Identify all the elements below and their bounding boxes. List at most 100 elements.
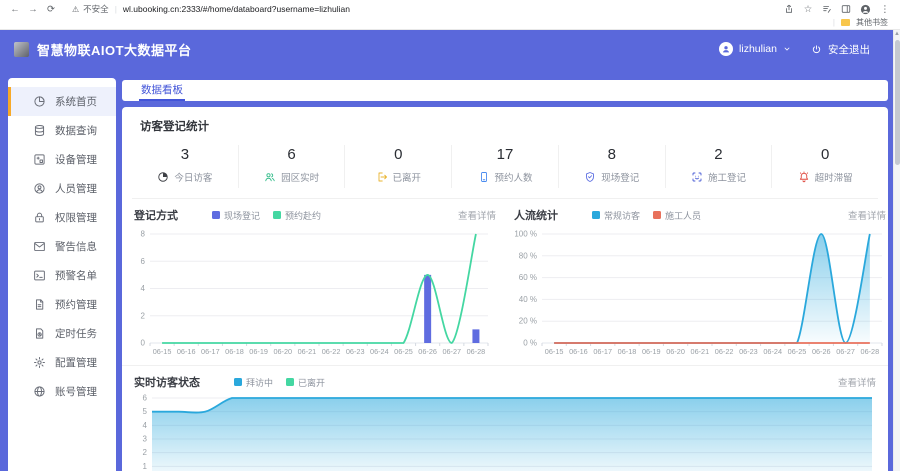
view-details-link[interactable]: 查看详情 bbox=[458, 208, 496, 222]
legend-item[interactable]: 现场登记 bbox=[212, 209, 260, 222]
svg-text:06-16: 06-16 bbox=[569, 347, 588, 356]
stat-label-row: 预约人数 bbox=[478, 170, 533, 184]
svg-text:80 %: 80 % bbox=[519, 251, 537, 260]
legend-label: 已离开 bbox=[298, 376, 325, 389]
svg-text:06-25: 06-25 bbox=[788, 347, 807, 356]
sidebar-item-watchlist[interactable]: 预警名单 bbox=[8, 261, 116, 290]
legend-item[interactable]: 已离开 bbox=[286, 376, 325, 389]
share-icon[interactable] bbox=[784, 4, 794, 14]
sidebar-item-personnel[interactable]: 人员管理 bbox=[8, 174, 116, 203]
other-bookmarks-label[interactable]: 其他书签 bbox=[856, 17, 888, 28]
document-icon bbox=[33, 298, 46, 311]
stat-label-row: 已离开 bbox=[376, 170, 422, 184]
svg-text:8: 8 bbox=[141, 230, 146, 239]
svg-text:06-28: 06-28 bbox=[861, 347, 880, 356]
view-details-link[interactable]: 查看详情 bbox=[838, 375, 876, 389]
bookmarks-bar: | 其他书签 bbox=[0, 15, 900, 30]
scrollbar-up-icon[interactable]: ▲ bbox=[894, 30, 900, 39]
stat-value: 3 bbox=[132, 145, 238, 165]
shield-icon bbox=[584, 171, 596, 183]
security-warning-label: 不安全 bbox=[83, 3, 109, 15]
legend-item[interactable]: 施工人员 bbox=[653, 209, 701, 222]
sidebar-item-permission[interactable]: 权限管理 bbox=[8, 203, 116, 232]
stat-onsite: 8现场登记 bbox=[559, 145, 666, 188]
browser-actions: ☆ ⋮ bbox=[784, 4, 890, 15]
view-details-link[interactable]: 查看详情 bbox=[848, 208, 886, 222]
schedule-icon bbox=[33, 327, 46, 340]
svg-text:06-26: 06-26 bbox=[418, 347, 437, 356]
phone-icon bbox=[478, 171, 490, 183]
terminal-icon bbox=[33, 269, 46, 282]
screen: ← → ⟳ ⚠ 不安全 | wl.ubooking.cn:2333/#/home… bbox=[0, 0, 900, 471]
stat-reserved: 17预约人数 bbox=[452, 145, 559, 188]
alarm-icon bbox=[798, 171, 810, 183]
svg-text:1: 1 bbox=[143, 462, 148, 471]
tab-databoard[interactable]: 数据看板 bbox=[139, 80, 185, 101]
stat-construction: 2施工登记 bbox=[666, 145, 773, 188]
sidebar-item-label: 设备管理 bbox=[55, 152, 97, 167]
side-panel-icon[interactable] bbox=[841, 4, 851, 14]
username[interactable]: lizhulian bbox=[739, 43, 777, 55]
sidebar-item-alerts[interactable]: 警告信息 bbox=[8, 232, 116, 261]
chevron-down-icon[interactable] bbox=[783, 45, 791, 53]
sidebar-item-data-query[interactable]: 数据查询 bbox=[8, 116, 116, 145]
svg-text:06-26: 06-26 bbox=[812, 347, 831, 356]
logout-label[interactable]: 安全退出 bbox=[828, 42, 870, 57]
sidebar-item-label: 权限管理 bbox=[55, 210, 97, 225]
database-icon bbox=[33, 124, 46, 137]
svg-text:06-19: 06-19 bbox=[249, 347, 268, 356]
legend-item[interactable]: 预约赴约 bbox=[273, 209, 321, 222]
chart-header: 实时访客状态 拜访中 已离开 查看详情 bbox=[132, 370, 878, 392]
sidebar: 系统首页数据查询设备管理人员管理权限管理警告信息预警名单预约管理定时任务配置管理… bbox=[8, 78, 116, 471]
svg-text:06-17: 06-17 bbox=[593, 347, 612, 356]
stat-label: 园区实时 bbox=[281, 170, 319, 184]
sidebar-item-account[interactable]: 账号管理 bbox=[8, 377, 116, 406]
user-avatar[interactable] bbox=[719, 42, 733, 56]
url-bar[interactable]: ⚠ 不安全 | wl.ubooking.cn:2333/#/home/datab… bbox=[64, 3, 776, 15]
main-panel: 访客登记统计 3今日访客6园区实时0已离开17预约人数8现场登记2施工登记0超时… bbox=[122, 107, 888, 471]
legend-label: 施工人员 bbox=[665, 209, 701, 222]
svg-text:4: 4 bbox=[141, 284, 146, 293]
stat-label: 已离开 bbox=[393, 170, 422, 184]
profile-avatar-icon[interactable] bbox=[860, 4, 871, 15]
sidebar-item-label: 系统首页 bbox=[55, 94, 97, 109]
app-logo bbox=[14, 42, 29, 57]
scrollbar[interactable]: ▲ bbox=[893, 30, 900, 471]
sidebar-item-label: 配置管理 bbox=[55, 355, 97, 370]
sidebar-item-device[interactable]: 设备管理 bbox=[8, 145, 116, 174]
svg-text:06-27: 06-27 bbox=[442, 347, 461, 356]
chart-flow: 人流统计常规访客施工人员查看详情0 %20 %40 %60 %80 %100 %… bbox=[512, 203, 888, 359]
svg-text:100 %: 100 % bbox=[514, 230, 537, 239]
stat-label-row: 园区实时 bbox=[264, 170, 319, 184]
bookmark-star-icon[interactable]: ☆ bbox=[803, 4, 813, 15]
legend-item[interactable]: 拜访中 bbox=[234, 376, 273, 389]
stat-value: 0 bbox=[772, 145, 878, 165]
sidebar-item-config[interactable]: 配置管理 bbox=[8, 348, 116, 377]
sidebar-item-home[interactable]: 系统首页 bbox=[8, 87, 116, 116]
forward-icon[interactable]: → bbox=[28, 4, 38, 15]
reload-icon[interactable]: ⟳ bbox=[46, 4, 56, 15]
svg-text:5: 5 bbox=[143, 407, 148, 416]
reading-list-icon[interactable] bbox=[822, 4, 832, 14]
legend-item[interactable]: 常规访客 bbox=[592, 209, 640, 222]
chart-legend: 常规访客 施工人员 bbox=[592, 209, 701, 222]
stat-label: 超时滞留 bbox=[815, 170, 853, 184]
sidebar-item-reservation[interactable]: 预约管理 bbox=[8, 290, 116, 319]
page-background: 智慧物联AIOT大数据平台 lizhulian 安全退出 系统首页数据查询设备管… bbox=[0, 30, 900, 471]
stat-value: 0 bbox=[345, 145, 451, 165]
legend-swatch-icon bbox=[286, 378, 294, 386]
svg-text:06-25: 06-25 bbox=[394, 347, 413, 356]
sidebar-item-tasks[interactable]: 定时任务 bbox=[8, 319, 116, 348]
tab-label: 数据看板 bbox=[141, 82, 183, 97]
stat-label-row: 今日访客 bbox=[157, 170, 212, 184]
people-icon bbox=[264, 171, 276, 183]
logout-power-icon[interactable] bbox=[811, 44, 822, 55]
back-icon[interactable]: ← bbox=[10, 4, 20, 15]
chart-title: 实时访客状态 bbox=[134, 374, 200, 390]
scrollbar-thumb[interactable] bbox=[895, 40, 900, 165]
browser-menu-icon[interactable]: ⋮ bbox=[880, 4, 890, 15]
svg-text:06-23: 06-23 bbox=[739, 347, 758, 356]
svg-text:40 %: 40 % bbox=[519, 295, 537, 304]
chart-canvas-realtime: 0123456 bbox=[132, 392, 878, 471]
svg-text:20 %: 20 % bbox=[519, 317, 537, 326]
